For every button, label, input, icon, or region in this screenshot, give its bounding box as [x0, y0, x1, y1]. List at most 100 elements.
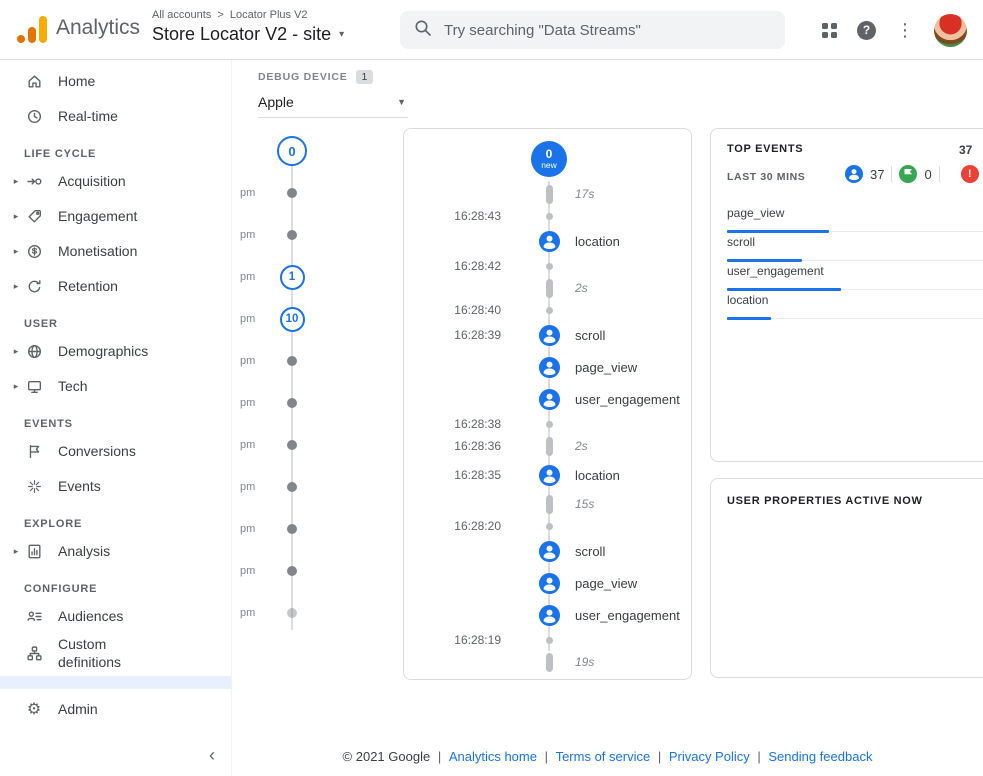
analysis-icon — [24, 543, 44, 560]
footer-separator: | — [541, 749, 552, 764]
search-input[interactable] — [442, 21, 771, 40]
user-properties-card: USER PROPERTIES ACTIVE NOW — [710, 478, 983, 678]
seconds-row-event[interactable]: user_engagement — [404, 383, 691, 415]
sidebar-item-engagement[interactable]: ▸Engagement — [0, 199, 231, 234]
top-events-list: page_viewscrolluser_engagementlocation — [727, 203, 983, 319]
search-bar[interactable] — [400, 11, 785, 49]
seconds-head-circle[interactable]: 0 new — [531, 141, 567, 177]
chevron-right-icon[interactable]: ▸ — [8, 281, 24, 292]
sidebar-item-tech[interactable]: ▸Tech — [0, 369, 231, 404]
gap-duration: 19s — [567, 655, 594, 669]
minute-bucket-circle[interactable]: 10 — [280, 307, 305, 332]
sidebar-section-user: USER — [0, 304, 231, 334]
timeline-dot — [546, 523, 553, 530]
chevron-right-icon[interactable]: ▸ — [8, 176, 24, 187]
timeline-dot — [546, 263, 553, 270]
seconds-row-gap: 2s — [404, 275, 691, 301]
sidebar-item-custom-definitions[interactable]: Custom definitions — [0, 634, 231, 673]
sidebar-item-events[interactable]: Events — [0, 469, 231, 504]
logo-bar — [39, 16, 47, 43]
footer-link-privacy-policy[interactable]: Privacy Policy — [669, 749, 750, 764]
top-event-row-user-engagement[interactable]: user_engagement — [727, 261, 983, 290]
minutes-stream-row: pm — [232, 340, 392, 382]
event-timestamp: 16:28:19 — [404, 633, 531, 647]
sidebar-item-label: Audiences — [58, 608, 123, 626]
sidebar-item-acquisition[interactable]: ▸Acquisition — [0, 164, 231, 199]
seconds-row-event[interactable]: location — [404, 225, 691, 257]
sidebar-item-audiences[interactable]: Audiences — [0, 599, 231, 634]
footer-link-analytics-home[interactable]: Analytics home — [449, 749, 537, 764]
seconds-row-event[interactable]: scroll — [404, 535, 691, 567]
footer-separator: | — [434, 749, 445, 764]
counter-divider — [939, 166, 940, 182]
tech-icon — [24, 378, 44, 395]
sidebar-item-retention[interactable]: ▸Retention — [0, 269, 231, 304]
footer: © 2021 Google | Analytics home | Terms o… — [232, 749, 983, 764]
seconds-row-time: 16:28:38 — [404, 415, 691, 433]
timeline-pm-label: pm — [232, 565, 272, 577]
minutes-stream: 0pmpmpm1pm10pmpmpmpmpmpmpm — [232, 130, 392, 634]
footer-link-terms-of-service[interactable]: Terms of service — [556, 749, 651, 764]
timeline-dot — [546, 637, 553, 644]
seconds-row-event[interactable]: user_engagement — [404, 599, 691, 631]
analytics-logo-icon[interactable] — [16, 15, 48, 45]
seconds-row-event[interactable]: page_view — [404, 567, 691, 599]
seconds-row-event[interactable]: page_view — [404, 351, 691, 383]
avatar[interactable] — [934, 14, 967, 47]
minute-dot — [287, 524, 297, 534]
property-selector[interactable]: Store Locator V2 - site ▾ — [152, 24, 344, 45]
chevron-right-icon[interactable]: ▸ — [8, 381, 24, 392]
breadcrumb-separator: > — [217, 9, 223, 21]
event-timestamp: 16:28:00 — [404, 677, 531, 680]
timeline-dot — [546, 307, 553, 314]
sidebar-item-real-time[interactable]: Real-time — [0, 99, 231, 134]
sidebar-item-analysis[interactable]: ▸Analysis — [0, 534, 231, 569]
seconds-row-time: 16:28:43 — [404, 207, 691, 225]
sidebar-item-label: Monetisation — [58, 243, 137, 261]
top-event-row-location[interactable]: location — [727, 290, 983, 319]
top-events-total: 37 — [959, 143, 972, 157]
timeline-pm-label: pm — [232, 355, 272, 367]
apps-grid-icon[interactable] — [822, 23, 837, 38]
minutes-stream-row: pm — [232, 550, 392, 592]
help-icon[interactable]: ? — [857, 21, 876, 40]
minute-bucket-circle[interactable]: 0 — [277, 136, 307, 166]
minute-dot — [287, 398, 297, 408]
kebab-menu-icon[interactable]: ⋮ — [896, 21, 914, 39]
seconds-row-event[interactable]: 16:28:35location — [404, 459, 691, 491]
event-icon — [538, 230, 561, 253]
debug-device-control: DEBUG DEVICE 1 Apple ▼ — [258, 70, 408, 118]
minute-bucket-circle[interactable]: 1 — [280, 265, 305, 290]
minute-dot — [287, 230, 297, 240]
breadcrumb-property[interactable]: Locator Plus V2 — [230, 9, 308, 21]
chevron-right-icon[interactable]: ▸ — [8, 211, 24, 222]
minutes-stream-row: pm — [232, 508, 392, 550]
breadcrumb-account[interactable]: All accounts — [152, 9, 211, 21]
chevron-right-icon[interactable]: ▸ — [8, 246, 24, 257]
minute-dot — [287, 188, 297, 198]
device-select[interactable]: Apple ▼ — [258, 87, 408, 118]
top-event-row-page-view[interactable]: page_view — [727, 203, 983, 232]
seconds-row-time: 16:28:20 — [404, 517, 691, 535]
chevron-right-icon[interactable]: ▸ — [8, 346, 24, 357]
seconds-row-event[interactable]: 16:28:39scroll — [404, 319, 691, 351]
chevron-right-icon[interactable]: ▸ — [8, 546, 24, 557]
seconds-head-label: new — [541, 161, 557, 170]
minute-dot — [287, 440, 297, 450]
event-name: page_view — [567, 360, 637, 375]
sidebar-item-label: Real-time — [58, 108, 118, 126]
event-timestamp: 16:28:35 — [404, 468, 531, 482]
sidebar-item-conversions[interactable]: Conversions — [0, 434, 231, 469]
sidebar-selected-item-highlight[interactable] — [0, 676, 231, 689]
minutes-stream-row: pm — [232, 382, 392, 424]
footer-link-sending-feedback[interactable]: Sending feedback — [768, 749, 872, 764]
top-event-row-scroll[interactable]: scroll — [727, 232, 983, 261]
seconds-row-time: 16:28:40 — [404, 301, 691, 319]
sidebar-item-admin[interactable]: ⚙Admin — [0, 692, 231, 727]
sidebar-collapse-button[interactable]: ‹ — [209, 746, 215, 764]
sidebar-item-demographics[interactable]: ▸Demographics — [0, 334, 231, 369]
sidebar-item-monetisation[interactable]: ▸ Monetisation — [0, 234, 231, 269]
minute-dot — [287, 356, 297, 366]
sidebar-item-home[interactable]: Home — [0, 64, 231, 99]
event-name: scroll — [567, 544, 605, 559]
